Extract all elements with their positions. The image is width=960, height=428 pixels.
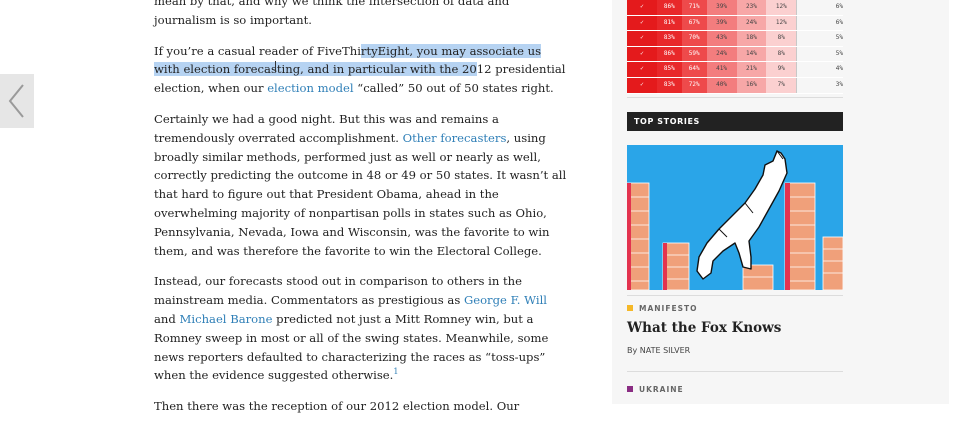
table-cell: 39% — [706, 15, 737, 31]
table-cell: 43% — [706, 31, 737, 46]
table-cell: 16% — [736, 77, 767, 93]
category-ukraine[interactable]: UKRAINE — [627, 385, 684, 394]
george-will-link[interactable]: George F. Will — [464, 293, 547, 307]
table-cell: 6% — [796, 15, 843, 31]
story-byline: By NATE SILVER — [627, 346, 691, 355]
divider — [627, 371, 843, 372]
table-cell: 7% — [766, 77, 797, 93]
divider — [627, 295, 843, 296]
table-cell: 86% — [656, 46, 682, 62]
table-cell: 64% — [681, 62, 707, 77]
page-edge — [949, 0, 960, 404]
footnote-link[interactable]: 1 — [393, 367, 398, 376]
table-row: ✓ 85% 64% 41% 21% 9% 4% — [627, 62, 843, 78]
paragraph-3: Instead, our forecasts stood out in comp… — [154, 274, 549, 383]
table-cell: 14% — [736, 46, 767, 62]
table-cell: 12% — [766, 0, 797, 15]
table-cell: 24% — [736, 15, 767, 31]
table-cell: 71% — [681, 0, 707, 15]
table-cell: ✓ — [627, 77, 657, 93]
table-cell: 6% — [796, 0, 843, 15]
michael-barone-link[interactable]: Michael Barone — [180, 312, 273, 326]
table-cell: 86% — [656, 0, 682, 15]
table-cell: 8% — [766, 46, 797, 62]
table-row: ✓ 83% 70% 43% 18% 8% 5% — [627, 31, 843, 47]
table-cell: 23% — [736, 0, 767, 15]
table-cell: 59% — [681, 46, 707, 62]
fox-illustration[interactable] — [627, 145, 843, 290]
table-cell: 5% — [796, 46, 843, 62]
paragraph-4: Then there was the reception of our 2012… — [154, 399, 520, 414]
table-cell: 40% — [706, 77, 737, 93]
category-manifesto[interactable]: MANIFESTO — [627, 304, 697, 313]
story-title-link[interactable]: What the Fox Knows — [627, 320, 781, 336]
table-cell: 81% — [656, 15, 682, 31]
table-cell: 39% — [706, 0, 737, 15]
category-square — [627, 386, 633, 392]
category-square — [627, 305, 633, 311]
table-cell: 18% — [736, 31, 767, 46]
election-model-link[interactable]: election model — [267, 81, 353, 95]
table-cell: 9% — [766, 62, 797, 77]
table-cell: 8% — [766, 31, 797, 46]
table-cell: ✓ — [627, 31, 657, 46]
table-cell: 24% — [706, 46, 737, 62]
table-cell: 5% — [796, 31, 843, 46]
table-cell: 85% — [656, 62, 682, 77]
top-stories-header: TOP STORIES — [627, 112, 843, 131]
table-cell: 70% — [681, 31, 707, 46]
table-cell: 12% — [766, 15, 797, 31]
paragraph-0: mean by that, and why we think the inter… — [154, 0, 510, 27]
other-forecasters-link[interactable]: Other forecasters — [403, 131, 507, 145]
table-row: ✓ 86% 59% 24% 14% 8% 5% — [627, 46, 843, 63]
table-cell: 4% — [796, 62, 843, 77]
paragraph-1: If you’re a casual reader of FiveThirtyE… — [154, 43, 566, 96]
table-cell: 21% — [736, 62, 767, 77]
sidebar: ✓ 86% 71% 39% 23% 12% 6% ✓ 81% 67% 39% 24% 12% 6% ✓ 83%… — [612, 0, 949, 404]
table-cell: 3% — [796, 77, 843, 93]
table-cell: ✓ — [627, 46, 657, 62]
paragraph-2: Certainly we had a good night. But this … — [154, 111, 567, 258]
table-row: ✓ 83% 72% 40% 16% 7% 3% — [627, 77, 843, 94]
table-cell: 83% — [656, 77, 682, 93]
table-cell: 83% — [656, 31, 682, 46]
divider — [627, 97, 843, 98]
table-cell: ✓ — [627, 0, 657, 15]
text-cursor — [275, 61, 278, 72]
article-body: mean by that, and why we think the inter… — [154, 0, 570, 428]
table-cell: 41% — [706, 62, 737, 77]
previous-article-button[interactable] — [0, 74, 34, 128]
table-cell: ✓ — [627, 62, 657, 77]
table-cell: 67% — [681, 15, 707, 31]
chevron-left-icon — [8, 84, 24, 118]
table-row: ✓ 81% 67% 39% 24% 12% 6% — [627, 15, 843, 32]
table-cell: ✓ — [627, 15, 657, 31]
forecast-table: ✓ 86% 71% 39% 23% 12% 6% ✓ 81% 67% 39% 24% 12% 6% ✓ 83%… — [627, 0, 843, 94]
table-row: ✓ 86% 71% 39% 23% 12% 6% — [627, 0, 843, 16]
table-cell: 72% — [681, 77, 707, 93]
